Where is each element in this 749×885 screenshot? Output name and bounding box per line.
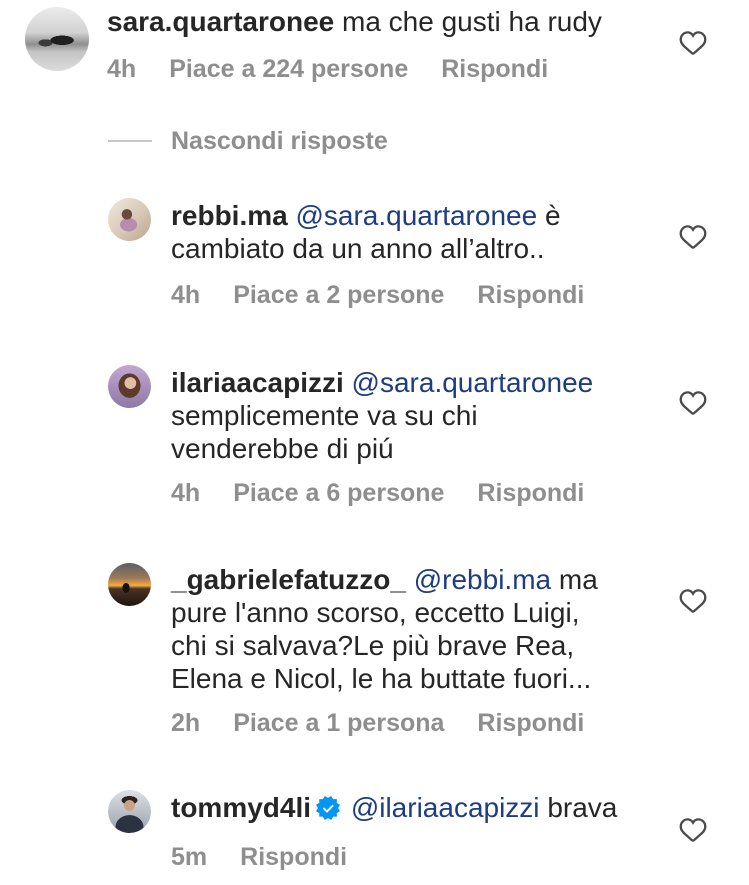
heart-icon — [679, 816, 707, 844]
comment-text: sara.quartaronee ma che gusti ha rudy — [107, 5, 647, 38]
reply-button[interactable]: Rispondi — [240, 842, 347, 872]
user-avatar[interactable] — [25, 7, 89, 71]
likes-count-link[interactable]: Piace a 6 persone — [233, 478, 444, 508]
mention-link[interactable]: @ilariaacapizzi — [351, 792, 540, 823]
reply-button[interactable]: Rispondi — [477, 478, 584, 508]
username-link[interactable]: sara.quartaronee — [107, 6, 334, 37]
reply-meta: 4h Piace a 2 persone Rispondi — [171, 280, 584, 310]
like-button[interactable] — [679, 223, 707, 251]
like-button[interactable] — [679, 389, 707, 417]
like-button[interactable] — [679, 816, 707, 844]
comment-body: ma che gusti ha rudy — [342, 6, 602, 37]
mention-link[interactable]: @sara.quartaronee — [295, 200, 537, 231]
like-button[interactable] — [679, 29, 707, 57]
reply-meta: 2h Piace a 1 persona Rispondi — [171, 708, 584, 738]
reply-meta: 5m Rispondi — [171, 842, 347, 872]
username-link[interactable]: rebbi.ma — [171, 200, 288, 231]
hide-replies-label: Nascondi risposte — [171, 127, 388, 155]
user-avatar[interactable] — [108, 198, 151, 241]
heart-icon — [679, 389, 707, 417]
comment-meta: 4h Piace a 224 persone Rispondi — [107, 54, 548, 84]
mention-link[interactable]: @rebbi.ma — [414, 564, 551, 595]
reply-button[interactable]: Rispondi — [477, 708, 584, 738]
likes-count-link[interactable]: Piace a 1 persona — [233, 708, 444, 738]
user-avatar[interactable] — [108, 790, 151, 833]
reply-text: ilariaacapizzi @sara.quartaronee semplic… — [171, 366, 651, 465]
reply-text: rebbi.ma @sara.quartaronee è cambiato da… — [171, 199, 651, 265]
reply-text: tommyd4li @ilariaacapizzi brava — [171, 791, 651, 824]
verified-badge-icon — [316, 796, 341, 820]
reply-body: semplicemente va su chi venderebbe di pi… — [171, 400, 478, 464]
comment-timestamp: 4h — [107, 55, 137, 83]
reply-text: _gabrielefatuzzo_ @rebbi.ma ma pure l'an… — [171, 563, 651, 695]
reply-body: brava — [547, 792, 618, 823]
reply-timestamp: 5m — [171, 843, 208, 871]
username-link[interactable]: _gabrielefatuzzo_ — [171, 564, 406, 595]
likes-count-link[interactable]: Piace a 2 persone — [233, 280, 444, 310]
hide-replies-button[interactable]: Nascondi risposte — [108, 126, 388, 156]
like-button[interactable] — [679, 587, 707, 615]
reply-timestamp: 2h — [171, 709, 201, 737]
user-avatar[interactable] — [108, 563, 151, 606]
heart-icon — [679, 29, 707, 57]
heart-icon — [679, 223, 707, 251]
user-avatar[interactable] — [108, 365, 151, 408]
reply-button[interactable]: Rispondi — [441, 54, 548, 84]
heart-icon — [679, 587, 707, 615]
reply-button[interactable]: Rispondi — [477, 280, 584, 310]
reply-meta: 4h Piace a 6 persone Rispondi — [171, 478, 584, 508]
reply-timestamp: 4h — [171, 479, 201, 507]
likes-count-link[interactable]: Piace a 224 persone — [169, 54, 408, 84]
mention-link[interactable]: @sara.quartaronee — [352, 367, 594, 398]
username-link[interactable]: ilariaacapizzi — [171, 367, 344, 398]
replies-divider — [108, 140, 152, 142]
username-link[interactable]: tommyd4li — [171, 792, 311, 823]
reply-timestamp: 4h — [171, 281, 201, 309]
